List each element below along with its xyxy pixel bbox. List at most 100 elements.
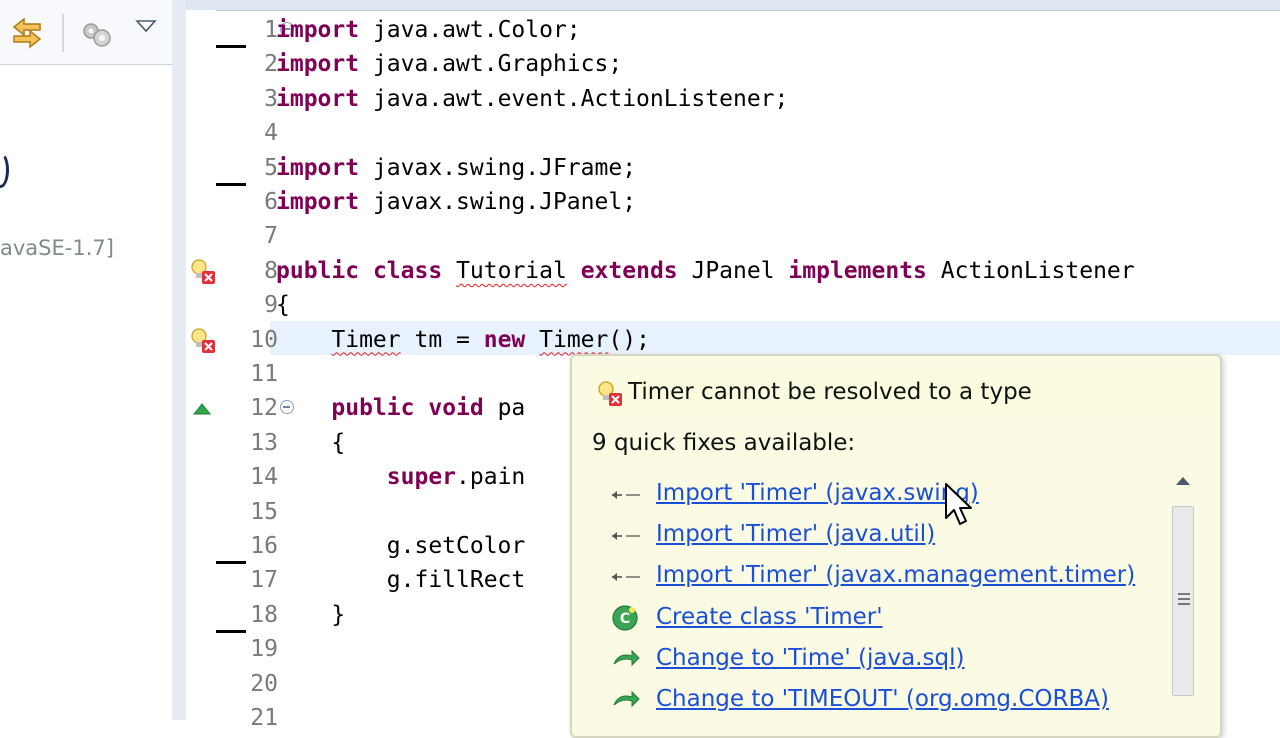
code-token: .pain — [456, 464, 526, 491]
scroll-up-arrow-icon[interactable] — [1174, 474, 1192, 488]
line-number: 16 — [250, 533, 278, 559]
line-number: 19 — [250, 636, 278, 663]
keyword-token: import — [276, 17, 360, 43]
mouse-cursor-icon — [945, 483, 972, 525]
line-number: 14 — [250, 464, 278, 491]
import-icon — [612, 491, 640, 499]
code-text[interactable]: g.fillRect — [276, 563, 525, 597]
quick-fix-link[interactable]: Change to 'TIMEOUT' (org.omg.CORBA) — [656, 682, 1109, 716]
line-number: 1 — [264, 17, 278, 43]
keyword-token: import — [276, 85, 360, 112]
code-token: pa — [483, 395, 526, 422]
line-number: 4 — [264, 120, 278, 147]
quick-fix-link[interactable]: Import 'Timer' (java.util) — [656, 517, 935, 551]
code-text[interactable]: import java.awt.event.ActionListener; — [276, 82, 788, 116]
quick-fix-link[interactable]: Import 'Timer' (javax.management.timer) — [656, 558, 1135, 592]
code-text[interactable]: g.setColor — [276, 529, 525, 563]
error-token: Timer — [331, 326, 401, 353]
code-token: g.fillRect — [276, 567, 526, 594]
code-token: java.awt.event.ActionListener; — [359, 85, 789, 112]
sash[interactable] — [172, 0, 186, 720]
import-icon — [612, 573, 640, 582]
error-token: Timer — [539, 326, 609, 353]
quick-fix-item[interactable]: Change to 'TIMEOUT' (org.omg.CORBA) — [602, 680, 1162, 720]
code-line[interactable]: 7 — [186, 219, 1280, 253]
code-line[interactable]: 5 import javax.swing.JFrame; — [186, 151, 1280, 185]
line-number: 7 — [264, 223, 278, 250]
code-text[interactable]: super.pain — [276, 460, 526, 494]
quick-fix-link[interactable]: Import 'Timer' (javax.swing) — [656, 476, 979, 510]
line-number: 8 — [264, 257, 278, 284]
quick-diff-marker — [216, 630, 246, 634]
code-line[interactable]: 6 import javax.swing.JPanel; — [186, 183, 1280, 219]
svg-text:C: C — [620, 611, 630, 627]
code-text[interactable]: public class Tutorial extends JPanel imp… — [276, 254, 1135, 288]
code-token: (); — [608, 326, 650, 353]
code-token: { — [276, 292, 290, 319]
grip-line — [1178, 603, 1190, 605]
jre-system-library-label[interactable]: avaSE-1.7] — [0, 236, 114, 260]
code-line[interactable]: 9{ — [186, 288, 1280, 322]
quick-fix-item[interactable]: C Create class 'Timer' — [602, 598, 1162, 638]
code-text[interactable]: public void pa — [276, 391, 525, 425]
quick-fix-item[interactable]: Import 'Timer' (java.util) — [602, 515, 1162, 555]
code-text[interactable]: Timer tm = new Timer(); — [276, 323, 650, 357]
quick-fix-item[interactable]: Import 'Timer' (javax.management.timer) — [602, 556, 1162, 596]
error-lightbulb-icon — [598, 381, 622, 406]
error-quickfix-icon[interactable] — [188, 326, 216, 354]
code-text[interactable]: { — [276, 288, 290, 322]
new-class-icon: C — [612, 604, 638, 631]
code-token: java.awt.Graphics; — [359, 51, 623, 78]
line-number: 18 — [250, 601, 278, 628]
keyword-token: implements — [788, 257, 927, 284]
quick-fix-item[interactable]: Change to 'Time' (java.sql) — [602, 639, 1162, 679]
line-number: 9 — [264, 292, 278, 319]
keyword-token: public — [276, 257, 360, 284]
code-token: javax.swing.JPanel; — [359, 189, 637, 215]
code-text[interactable]: } — [276, 598, 345, 632]
code-line[interactable]: 4 — [186, 116, 1280, 150]
quick-diff-marker — [216, 45, 246, 49]
toolbar-separator — [62, 14, 64, 52]
code-text[interactable]: import java.awt.Graphics; — [276, 47, 622, 81]
quick-fix-link[interactable]: Change to 'Time' (java.sql) — [656, 641, 964, 675]
code-line[interactable]: 1 import java.awt.Color; — [186, 13, 1280, 47]
code-line[interactable]: 10 Timer tm = new Timer(); — [186, 323, 1280, 357]
package-explorer-toolbar — [0, 0, 172, 65]
quick-fix-item[interactable]: Import 'Timer' (javax.swing) — [602, 474, 1162, 514]
quick-fix-link[interactable]: Create class 'Timer' — [656, 600, 883, 634]
code-line[interactable]: 3 import java.awt.event.ActionListener; — [186, 82, 1280, 116]
code-token: tm = — [400, 326, 484, 353]
code-line[interactable]: 8 public class Tutorial extends JPanel im… — [186, 254, 1280, 288]
tree-expander-fragment — [0, 152, 9, 188]
code-text[interactable]: import javax.swing.JPanel; — [276, 185, 636, 219]
code-token: JPanel — [677, 257, 789, 284]
grip-line — [1178, 598, 1190, 600]
code-text[interactable]: { — [276, 426, 345, 460]
error-quickfix-icon[interactable] — [188, 257, 216, 285]
quick-fix-scrollbar[interactable] — [1168, 468, 1198, 698]
view-menu-icon[interactable] — [134, 16, 158, 36]
code-line[interactable]: 2 import java.awt.Graphics; — [186, 45, 1280, 81]
line-number: 12 — [250, 395, 278, 422]
link-with-editor-icon[interactable] — [10, 16, 44, 50]
code-token: ActionListener — [926, 257, 1135, 284]
keyword-token: new — [483, 326, 526, 353]
code-text[interactable]: import java.awt.Color; — [276, 13, 581, 47]
scrollbar-thumb[interactable] — [1172, 506, 1194, 696]
quick-diff-marker — [216, 561, 246, 565]
code-text[interactable]: import javax.swing.JFrame; — [276, 151, 636, 185]
line-number: 6 — [264, 189, 278, 215]
line-number: 20 — [250, 670, 278, 697]
code-token: java.awt.Color; — [359, 17, 581, 43]
quick-diff-marker — [216, 183, 246, 186]
focus-active-task-icon[interactable] — [80, 18, 114, 52]
grip-line — [1178, 593, 1190, 595]
keyword-token: import — [276, 189, 360, 215]
